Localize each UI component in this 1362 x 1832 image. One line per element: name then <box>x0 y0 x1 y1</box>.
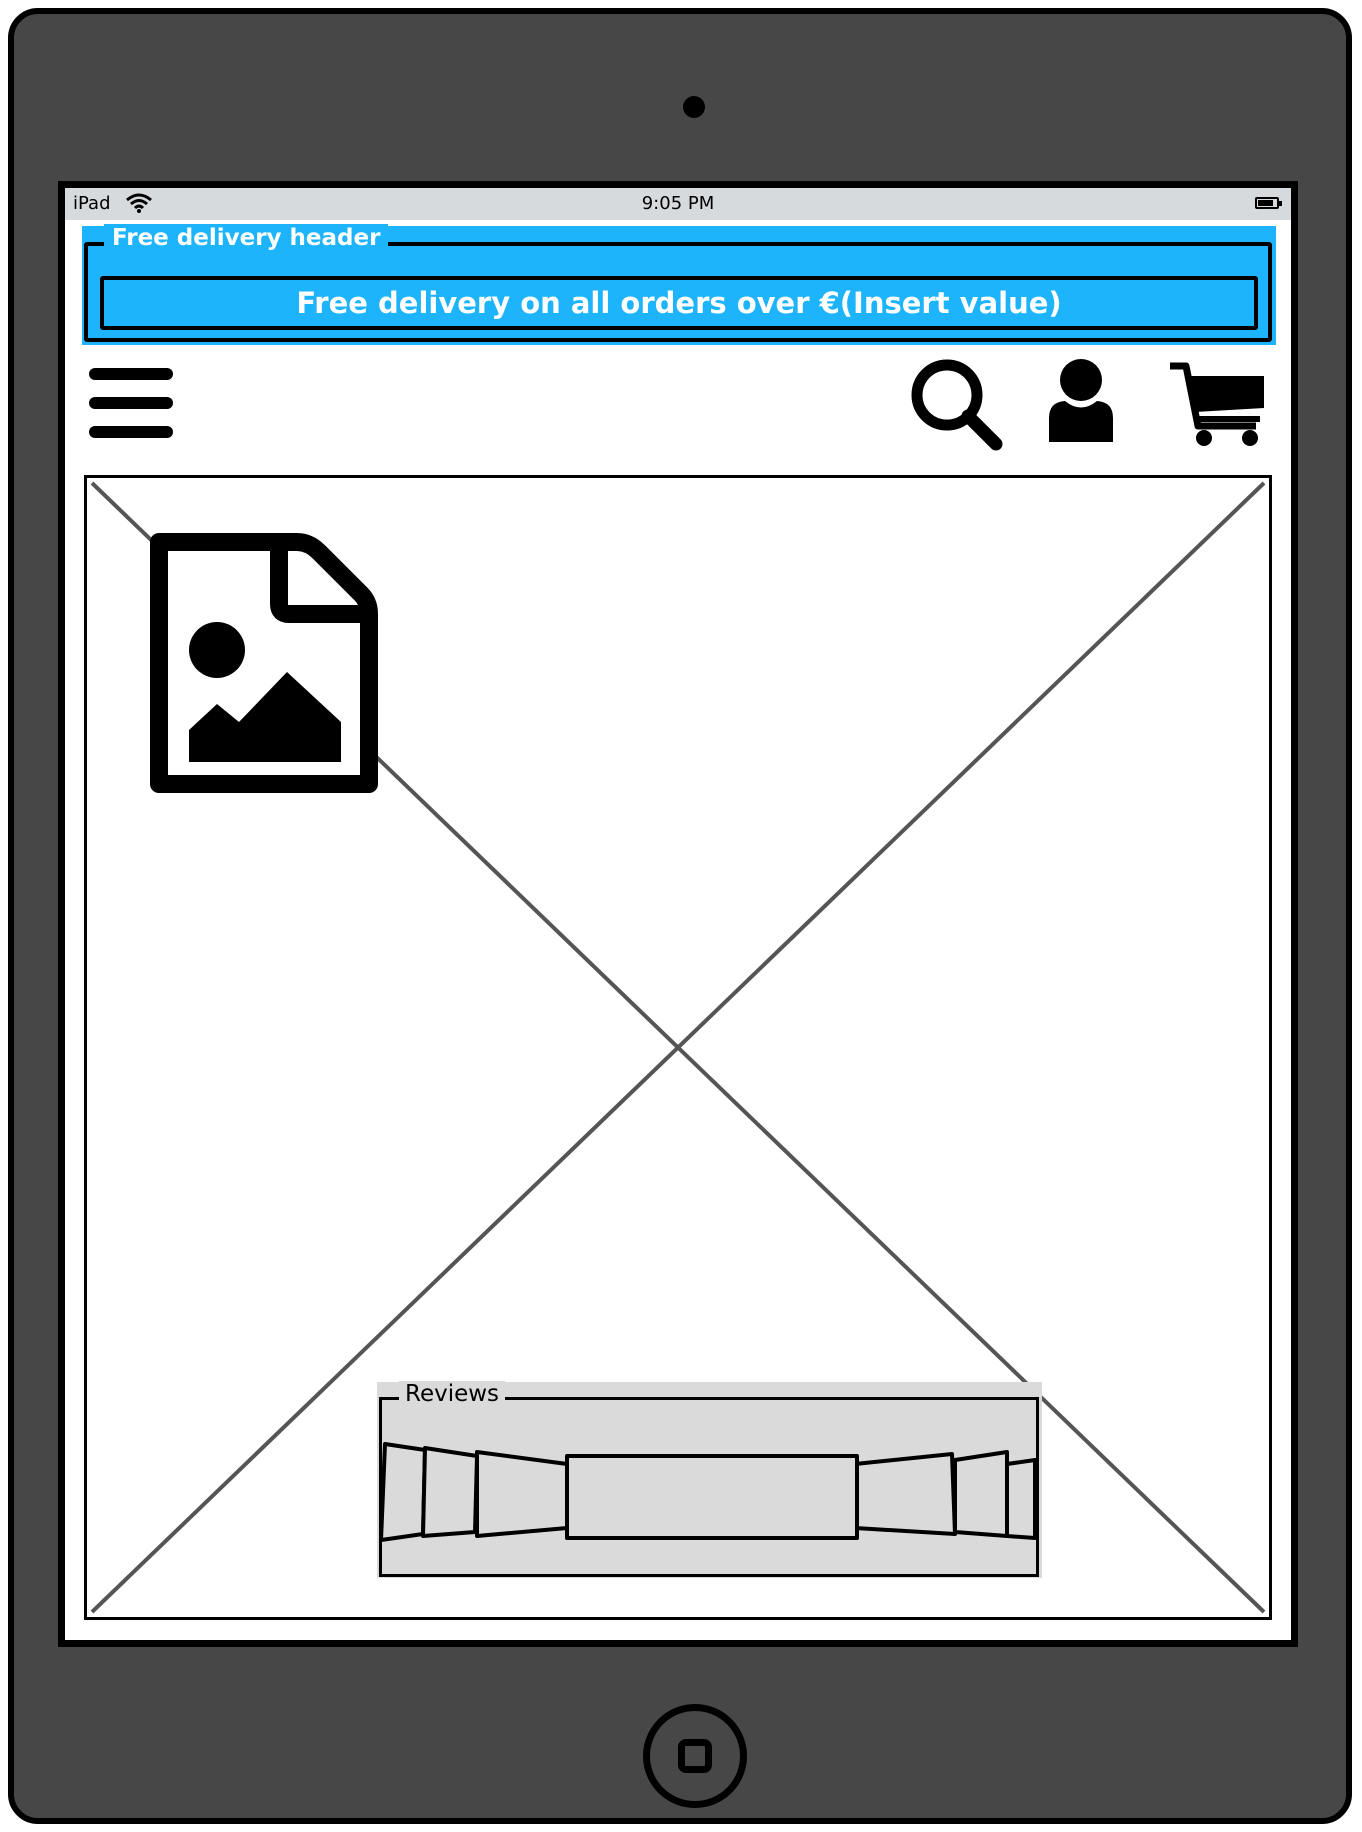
reviews-section: Reviews <box>377 1381 1042 1578</box>
status-time: 9:05 PM <box>641 193 715 214</box>
home-button[interactable] <box>643 1704 747 1808</box>
hero-image-placeholder[interactable]: Reviews <box>84 475 1272 1620</box>
search-icon[interactable] <box>910 358 1005 453</box>
status-bar: iPad 9:05 PM <box>65 188 1291 220</box>
home-button-square <box>678 1739 712 1773</box>
reviews-carousel[interactable] <box>377 1434 1042 1554</box>
reviews-legend: Reviews <box>399 1381 506 1407</box>
battery-icon <box>1255 197 1282 209</box>
device-screen: iPad 9:05 PM Free delivery header Free d… <box>58 181 1298 1647</box>
free-delivery-banner[interactable]: Free delivery on all orders over €(Inser… <box>100 276 1258 330</box>
shopping-cart-icon[interactable] <box>1168 360 1266 448</box>
image-file-icon <box>150 533 378 793</box>
camera-dot <box>683 96 705 118</box>
user-icon[interactable] <box>1045 358 1117 442</box>
free-delivery-legend: Free delivery header <box>104 224 389 252</box>
hamburger-menu-icon[interactable] <box>89 368 173 440</box>
free-delivery-header: Free delivery header Free delivery on al… <box>82 224 1276 345</box>
